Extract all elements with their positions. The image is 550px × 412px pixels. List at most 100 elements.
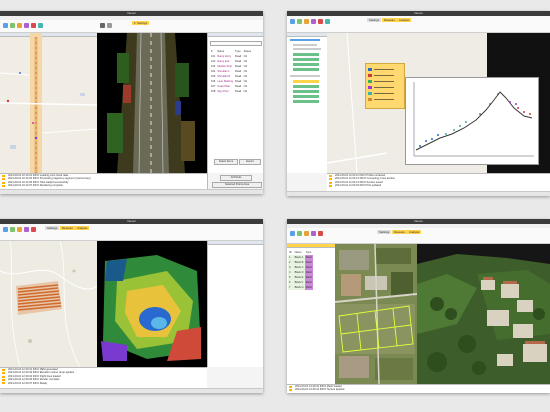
tab-analysis[interactable]: Analysis — [75, 226, 90, 230]
tree-item[interactable] — [293, 68, 319, 71]
clear-icon[interactable] — [318, 231, 323, 236]
tree-item[interactable] — [293, 53, 319, 56]
tree-header — [287, 33, 327, 37]
cell-type: Mesh — [304, 285, 314, 290]
cell-type: Road — [235, 90, 242, 93]
tab-settings[interactable]: Settings — [377, 230, 392, 234]
measure-icon[interactable] — [24, 227, 29, 232]
tab-measure[interactable]: Measure — [382, 18, 397, 22]
log-panel: 2021-09-01 12:20:01 INFO DEM generated 2… — [0, 367, 207, 390]
tree-item[interactable] — [293, 90, 319, 93]
measure-icon[interactable] — [311, 19, 316, 24]
cell-status: Ok — [243, 90, 247, 93]
aerial-view[interactable] — [335, 244, 417, 384]
status-buttons: All Points Selected Points Area — [207, 173, 263, 190]
cell-name: Block G — [294, 286, 304, 289]
save-icon[interactable] — [297, 231, 302, 236]
tab-analysis[interactable]: Analysis — [397, 18, 412, 22]
table-row[interactable]: 7 Block G Mesh — [288, 285, 314, 290]
select-items-button[interactable]: Select Items — [214, 159, 238, 165]
log-line: 2021-09-01 11:02:15 INFO Plot updated — [327, 184, 550, 188]
layer-icon[interactable] — [304, 19, 309, 24]
tab-analysis[interactable]: Analysis — [407, 230, 422, 234]
tree-item[interactable] — [293, 58, 319, 61]
dem-svg — [101, 255, 201, 361]
tree-item[interactable] — [293, 48, 321, 50]
status-bar — [0, 388, 263, 393]
measure-icon[interactable] — [24, 23, 29, 28]
tree-item[interactable] — [290, 75, 320, 77]
open-icon[interactable] — [290, 19, 295, 24]
clear-icon[interactable] — [318, 19, 323, 24]
screenshot-profile-plot: Viewer Settings Measure Analysis 2021-09… — [287, 11, 550, 196]
clear-icon[interactable] — [31, 227, 36, 232]
mesh-view[interactable] — [417, 244, 550, 384]
tab-settings[interactable]: 1: Settings — [132, 21, 150, 25]
map-view[interactable] — [0, 241, 97, 367]
map-view[interactable] — [0, 33, 97, 173]
tree-item[interactable] — [293, 85, 319, 88]
legend-swatches — [368, 68, 394, 101]
ribbon: Settings Measure Analysis — [287, 16, 550, 33]
save-icon[interactable] — [10, 227, 15, 232]
properties-header — [208, 33, 263, 37]
profile-legend-panel — [365, 63, 405, 109]
tree-item[interactable] — [293, 95, 319, 98]
zoom-icon[interactable] — [38, 23, 43, 28]
tab-settings[interactable]: Settings — [45, 226, 60, 230]
layer-icon[interactable] — [17, 227, 22, 232]
filter-icon[interactable] — [107, 23, 112, 28]
export-button[interactable]: Export — [239, 159, 261, 165]
dem-view[interactable] — [97, 241, 207, 367]
table-row[interactable]: 108 Sign Post Road Ok — [210, 89, 252, 94]
screenshot-terrain-dem: Viewer Settings Measure Analysis 2021-09… — [0, 219, 263, 393]
settings-icon[interactable] — [100, 23, 105, 28]
ribbon: Settings Measure Analysis — [0, 224, 263, 241]
tab-measure[interactable]: Measure — [60, 226, 75, 230]
open-icon[interactable] — [3, 227, 8, 232]
properties-panel: # Name Type Status 101 Ramp Entry Road Ok 1… — [207, 33, 263, 173]
map-view[interactable] — [327, 33, 550, 173]
selected-points-button[interactable]: Selected Points Area — [212, 182, 262, 188]
tree-item[interactable] — [293, 100, 319, 103]
tree-item[interactable] — [293, 80, 319, 83]
properties-panel — [207, 241, 263, 367]
save-icon[interactable] — [10, 23, 15, 28]
zoom-icon[interactable] — [325, 19, 330, 24]
tab-settings[interactable]: Settings — [367, 18, 382, 22]
filter-input[interactable] — [210, 41, 262, 46]
blocks-panel: ID Name Type 1 Block A Mesh 2 Block B Mesh 3… — [287, 244, 336, 384]
ribbon: 1: Settings — [0, 20, 263, 33]
blocks-table: ID Name Type 1 Block A Mesh 2 Block B Mesh 3… — [288, 250, 314, 290]
open-icon[interactable] — [290, 231, 295, 236]
layer-tree — [287, 33, 328, 173]
measure-icon[interactable] — [311, 231, 316, 236]
screenshot-village-mesh: Viewer File Processing Measurements Tool… — [287, 219, 550, 393]
save-icon[interactable] — [297, 19, 302, 24]
layer-icon[interactable] — [17, 23, 22, 28]
clear-icon[interactable] — [31, 23, 36, 28]
ribbon: Settings Measure Analysis — [287, 228, 550, 244]
status-bar — [0, 189, 263, 194]
terrain-map-svg — [0, 241, 97, 367]
log-line: 2021-09-01 10:14:07 INFO Rendering compl… — [0, 184, 207, 188]
road-map-svg — [0, 33, 97, 173]
log-panel: 2021-09-01 11:02:11 INFO Profile extract… — [327, 173, 550, 193]
log-line: 2021-09-01 12:20:07 INFO Ready — [0, 382, 207, 385]
layer-icon[interactable] — [304, 231, 309, 236]
tab-measure[interactable]: Measure — [392, 230, 407, 234]
cell-name: Sign Post — [217, 90, 229, 93]
tree-item[interactable] — [293, 44, 317, 46]
tree-item[interactable] — [290, 39, 320, 41]
log-line: 2021-09-01 13:40:12 INFO Texture applied — [287, 388, 550, 392]
tree-item[interactable] — [293, 63, 319, 66]
point-cloud-view[interactable] — [97, 33, 207, 173]
blocks-header — [287, 244, 335, 248]
status-bar — [287, 191, 550, 196]
all-points-button[interactable]: All Points — [220, 175, 252, 181]
point-cloud-svg — [107, 33, 195, 173]
aerial-svg — [335, 244, 417, 384]
log-panel: 2021-09-01 13:40:10 INFO Mesh loaded 202… — [287, 384, 550, 393]
properties-header — [208, 241, 263, 245]
open-icon[interactable] — [3, 23, 8, 28]
